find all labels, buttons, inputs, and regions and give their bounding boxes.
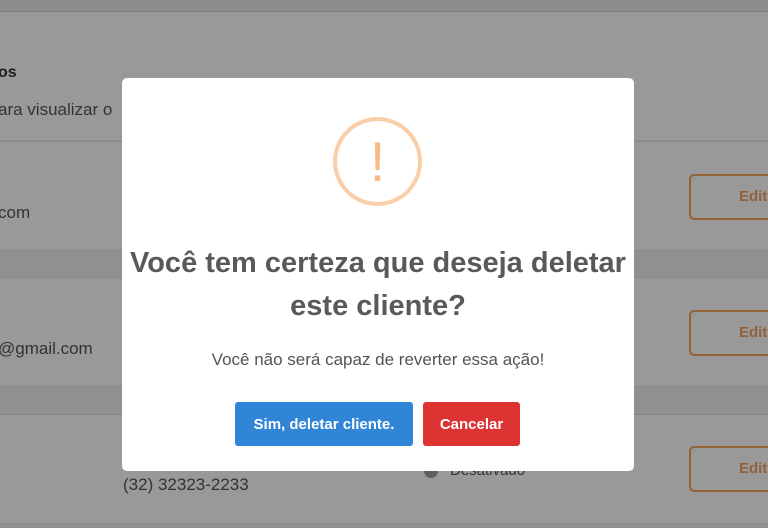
- warning-icon: !: [333, 117, 422, 206]
- dialog-title: Você tem certeza que deseja deletar este…: [130, 247, 626, 322]
- confirm-delete-button[interactable]: Sim, deletar cliente.: [235, 402, 413, 446]
- confirm-dialog: ! Você tem certeza que deseja deletar es…: [122, 78, 634, 471]
- cancel-button[interactable]: Cancelar: [423, 402, 520, 446]
- dialog-text: Você não será capaz de reverter essa açã…: [211, 350, 545, 369]
